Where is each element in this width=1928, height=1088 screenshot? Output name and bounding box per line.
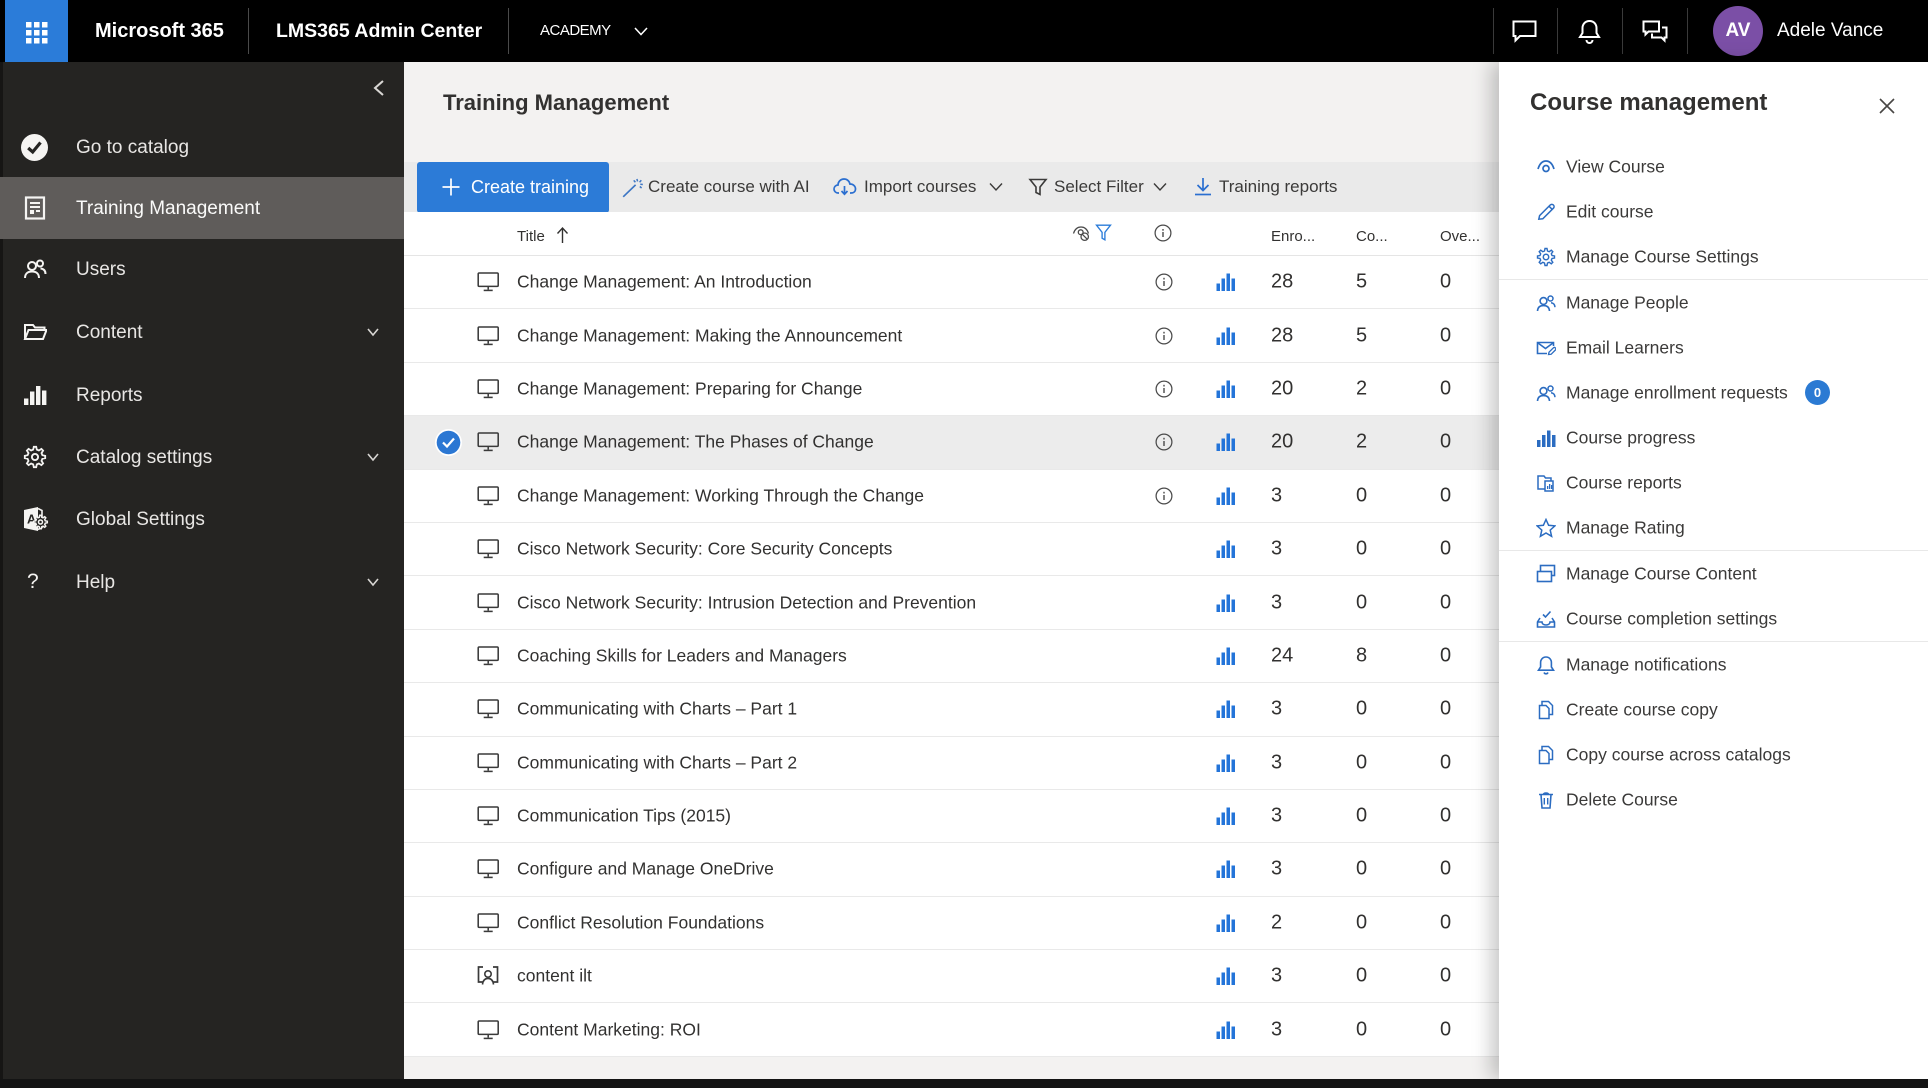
svg-text:A: A — [27, 513, 36, 527]
